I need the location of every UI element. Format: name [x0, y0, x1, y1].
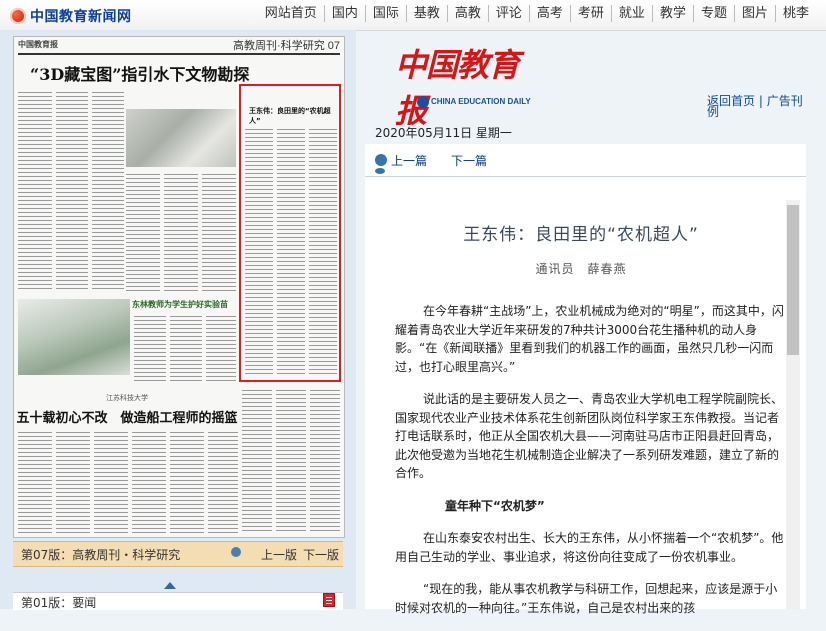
nav-basic-edu[interactable]: 基教 [405, 5, 447, 22]
paper-text-column [164, 171, 198, 291]
ad-link[interactable]: 广告刊 [767, 94, 803, 108]
paper-text-column [56, 429, 90, 533]
article-panel: 上一篇 下一篇 王东伟：良田里的“农机超人” 通讯员 薛春燕 在今年春耕“主战场… [365, 144, 806, 615]
collapse-arrow-icon[interactable] [164, 582, 176, 589]
paper-text-column [242, 387, 272, 533]
paper-text-column [94, 429, 128, 533]
nav-topics[interactable]: 专题 [692, 5, 734, 22]
newspaper-page-preview[interactable]: 中国教育报 高教周刊·科学研究 07 “3D藏宝图”指引水下文物勘探 东林教师为… [13, 36, 345, 538]
article-paragraph: 在今年春耕“主战场”上，农业机械成为绝对的“明星”，而这其中，闪耀着青岛农业大学… [395, 304, 784, 374]
article-body: 在今年春耕“主战场”上，农业机械成为绝对的“明星”，而这其中，闪耀着青岛农业大学… [395, 302, 785, 631]
article-paragraph: “现在的我，能从事农机教学与科研工作，回想起来，应该是源于小时候对农机的一种向往… [395, 582, 778, 615]
article-nav-icon [375, 154, 387, 166]
next-edition-link[interactable]: 下一版 [303, 546, 339, 563]
ad-link-wrap[interactable]: 例 [707, 105, 719, 119]
top-nav: 网站首页 国内 国际 基教 高教 评论 高考 考研 就业 教学 专题 图片 桃李 [258, 5, 816, 22]
article-paragraph: 在山东泰安农村出生、长大的王东伟，从小怀揣着一个“农机梦”。他用自己生动的学业、… [395, 531, 784, 564]
paper-text-column [208, 429, 238, 533]
nav-taoli[interactable]: 桃李 [774, 5, 816, 22]
nav-home[interactable]: 网站首页 [258, 5, 324, 22]
prev-article-link[interactable]: 上一篇 [391, 152, 427, 169]
paper-masthead: 中国教育报 [18, 40, 58, 49]
paper-subhead: 东林教师为学生护好实验苗 [132, 300, 228, 309]
article-nav-icon-lower [375, 168, 385, 174]
current-edition-label: 第07版：高教周刊・科学研究 [21, 548, 181, 562]
paper-text-column [245, 126, 273, 376]
nav-employment[interactable]: 就业 [610, 5, 652, 22]
nav-pictures[interactable]: 图片 [733, 5, 775, 22]
nav-domestic[interactable]: 国内 [323, 5, 365, 22]
logo-icon [10, 8, 26, 24]
nav-international[interactable]: 国际 [364, 5, 406, 22]
issue-date: 2020年05月11日 星期一 [375, 126, 512, 140]
pdf-icon[interactable] [323, 593, 335, 607]
edition-nav-icon [231, 547, 241, 557]
nav-commentary[interactable]: 评论 [487, 5, 529, 22]
article-nav: 上一篇 下一篇 [365, 144, 806, 177]
article-scrollbar-thumb[interactable] [787, 205, 799, 355]
nav-kaoyan[interactable]: 考研 [569, 5, 611, 22]
paper-photo [18, 299, 130, 375]
edition-list-item[interactable]: 第01版：要闻 [13, 592, 343, 610]
highlighted-article-title: 王东伟：良田里的“农机超人” [249, 107, 331, 125]
nav-higher-edu[interactable]: 高教 [446, 5, 488, 22]
paper-text-column [132, 429, 166, 533]
article-byline: 通讯员 薛春燕 [535, 262, 627, 276]
paper-header: 中国教育报 高教周刊·科学研究 07 [18, 39, 340, 55]
paper-headline2-kicker: 江苏科技大学 [106, 394, 148, 402]
site-logo[interactable]: 中国教育新闻网 [10, 6, 132, 26]
paper-text-column [170, 429, 204, 533]
next-article-link[interactable]: 下一篇 [451, 152, 487, 169]
article-paragraph: 说此话的是主要研发人员之一、青岛农业大学机电工程学院副院长、国家现代农业产业技术… [395, 392, 784, 480]
paper-text-column [126, 171, 160, 291]
header-links: 返回首页 | 广告刊 例 [707, 94, 817, 119]
article-title: 王东伟：良田里的“农机超人” [463, 225, 699, 245]
paper-text-column [206, 313, 236, 383]
paper-text-column [170, 313, 202, 383]
paper-text-column [309, 126, 337, 376]
paper-photo [126, 109, 236, 167]
masthead-cn: 中国教育报 [395, 46, 520, 130]
masthead-en: CHINA EDUCATION DAILY [431, 97, 531, 106]
newspaper-masthead: 中国教育报 CHINA EDUCATION DAILY [395, 40, 545, 130]
paper-text-column [276, 387, 306, 533]
paper-text-column [277, 126, 305, 376]
paper-text-column [202, 171, 236, 291]
paper-text-column [18, 429, 52, 533]
edition-list-label: 第01版：要闻 [21, 596, 97, 610]
nav-gaokao[interactable]: 高考 [528, 5, 570, 22]
top-bar: 中国教育新闻网 网站首页 国内 国际 基教 高教 评论 高考 考研 就业 教学 … [0, 0, 826, 31]
highlighted-article-box[interactable]: 王东伟：良田里的“农机超人” [239, 84, 341, 382]
paper-text-column [310, 387, 340, 533]
paper-text-column [92, 89, 124, 289]
article-subheading: 童年种下“农机梦” [445, 498, 545, 513]
edition-bar: 第07版：高教周刊・科学研究 上一版 下一版 [13, 541, 343, 567]
paper-text-column [56, 89, 88, 289]
site-logo-text: 中国教育新闻网 [30, 9, 132, 25]
paper-text-column [134, 313, 166, 383]
prev-edition-link[interactable]: 上一版 [261, 546, 297, 563]
paper-edition: 高教周刊·科学研究 07 [233, 40, 340, 52]
link-separator: | [758, 94, 767, 108]
masthead-emblem-icon [417, 96, 429, 108]
paper-headline2: 五十载初心不改 做造船工程师的摇篮 [16, 411, 238, 426]
paper-text-column [18, 89, 52, 289]
nav-teaching[interactable]: 教学 [651, 5, 693, 22]
paper-headline: “3D藏宝图”指引水下文物勘探 [30, 65, 250, 84]
